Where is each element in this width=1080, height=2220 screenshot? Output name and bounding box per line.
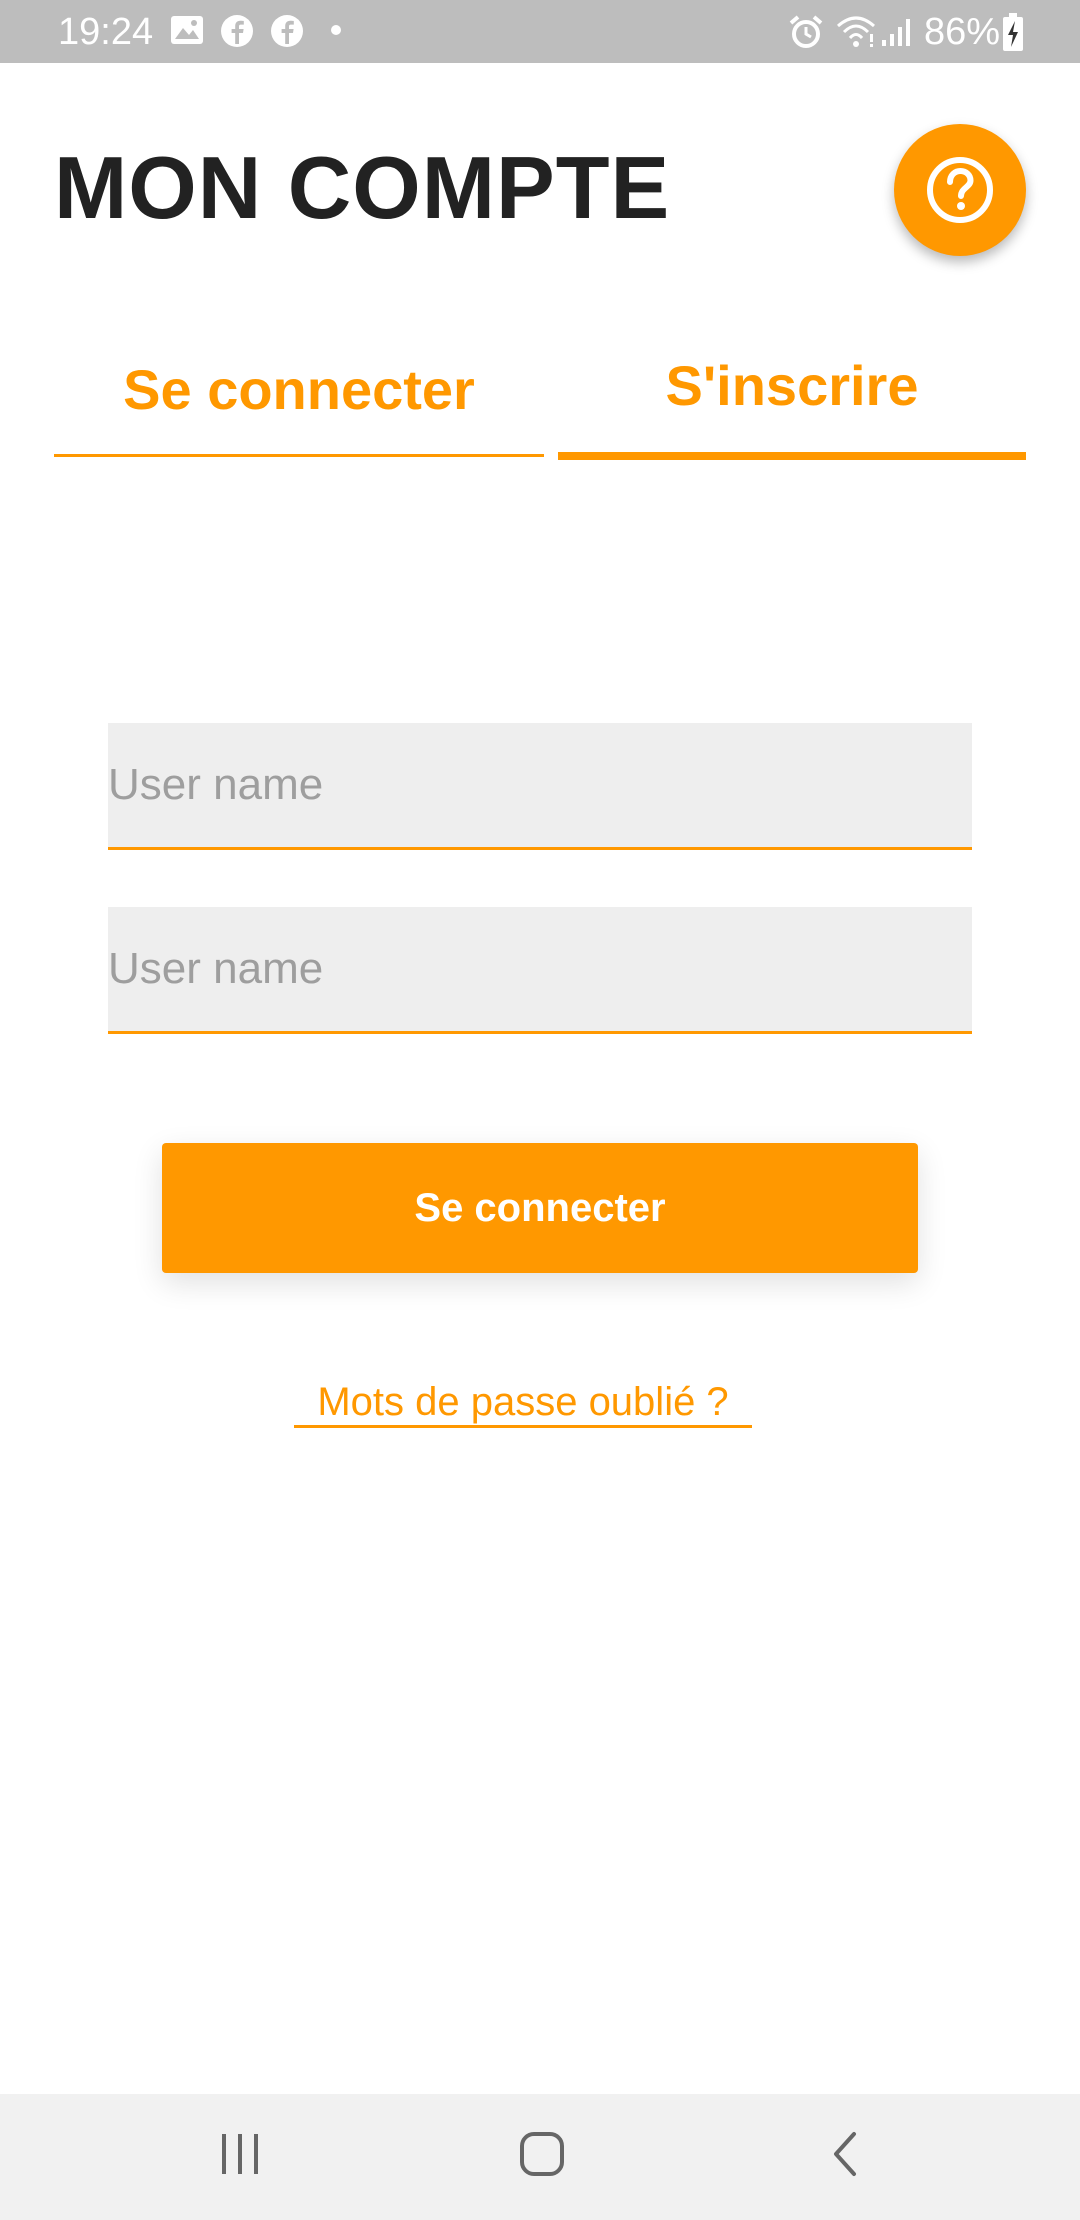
alarm-icon xyxy=(789,15,823,48)
forgot-password-underline xyxy=(294,1425,752,1428)
wifi-icon xyxy=(837,16,875,47)
navigation-bar xyxy=(0,2094,1080,2220)
battery-percentage: 86% xyxy=(924,11,1001,53)
status-bar: 19:24 86% xyxy=(0,0,1080,63)
forgot-password-link[interactable]: Mots de passe oublié ? xyxy=(294,1377,752,1427)
recent-apps-icon[interactable] xyxy=(216,2128,264,2180)
login-button[interactable]: Se connecter xyxy=(162,1143,918,1273)
tab-login-underline xyxy=(54,454,544,457)
username-field[interactable] xyxy=(108,723,972,850)
facebook-icon xyxy=(221,15,253,47)
help-button[interactable] xyxy=(894,124,1026,256)
help-circle-icon xyxy=(927,157,993,223)
tab-signup[interactable]: S'inscrire xyxy=(558,354,1026,418)
battery-charging-icon xyxy=(1003,13,1023,51)
signal-icon xyxy=(882,19,910,46)
image-icon xyxy=(171,16,203,44)
back-icon[interactable] xyxy=(822,2128,870,2180)
facebook-icon xyxy=(271,15,303,47)
tab-login[interactable]: Se connecter xyxy=(54,358,544,422)
status-time: 19:24 xyxy=(58,11,154,53)
username-field-2[interactable] xyxy=(108,907,972,1034)
home-icon[interactable] xyxy=(516,2128,568,2180)
dot-icon xyxy=(331,25,341,35)
tab-signup-active-indicator xyxy=(558,452,1026,460)
page-title: MON COMPTE xyxy=(54,138,671,237)
